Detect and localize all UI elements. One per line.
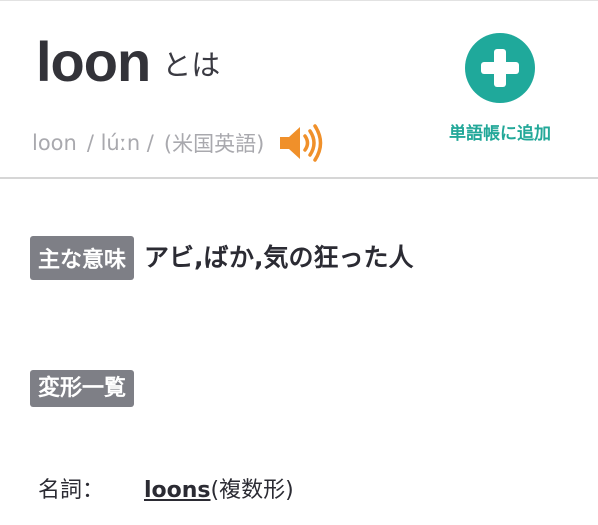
headword-line: loon とは (36, 29, 220, 94)
main-meaning-tag: 主な意味 (30, 236, 135, 280)
inflection-row: 名詞： loons (複数形) (38, 472, 294, 504)
pronunciation-word: loon (32, 131, 77, 155)
main-meaning-text: アビ,ばか,気の狂った人 (144, 243, 414, 272)
inflections-section: 変形一覧 (30, 370, 135, 407)
pronunciation-ipa: / lúːn / (86, 131, 154, 155)
word-header: loon とは loon / lúːn / (米国英語) 単語帳に追加 (0, 0, 598, 179)
pronunciation-line: loon / lúːn / (米国英語) (32, 123, 324, 163)
main-meaning-row: 主な意味 アビ,ばか,気の狂った人 (30, 236, 414, 280)
add-circle[interactable] (465, 33, 535, 103)
inflection-note: (複数形) (210, 478, 294, 503)
inflections-tag: 変形一覧 (30, 370, 135, 407)
inflection-link[interactable]: loons (144, 478, 211, 503)
pronunciation-region: (米国英語) (163, 132, 265, 156)
plus-icon (481, 49, 519, 87)
speaker-icon[interactable] (278, 123, 324, 163)
add-to-wordbook-button[interactable]: 単語帳に追加 (430, 33, 570, 151)
part-of-speech: 名詞： (38, 478, 105, 503)
add-to-wordbook-label: 単語帳に追加 (449, 124, 551, 144)
headword: loon (36, 30, 151, 93)
headword-suffix: とは (162, 48, 221, 82)
